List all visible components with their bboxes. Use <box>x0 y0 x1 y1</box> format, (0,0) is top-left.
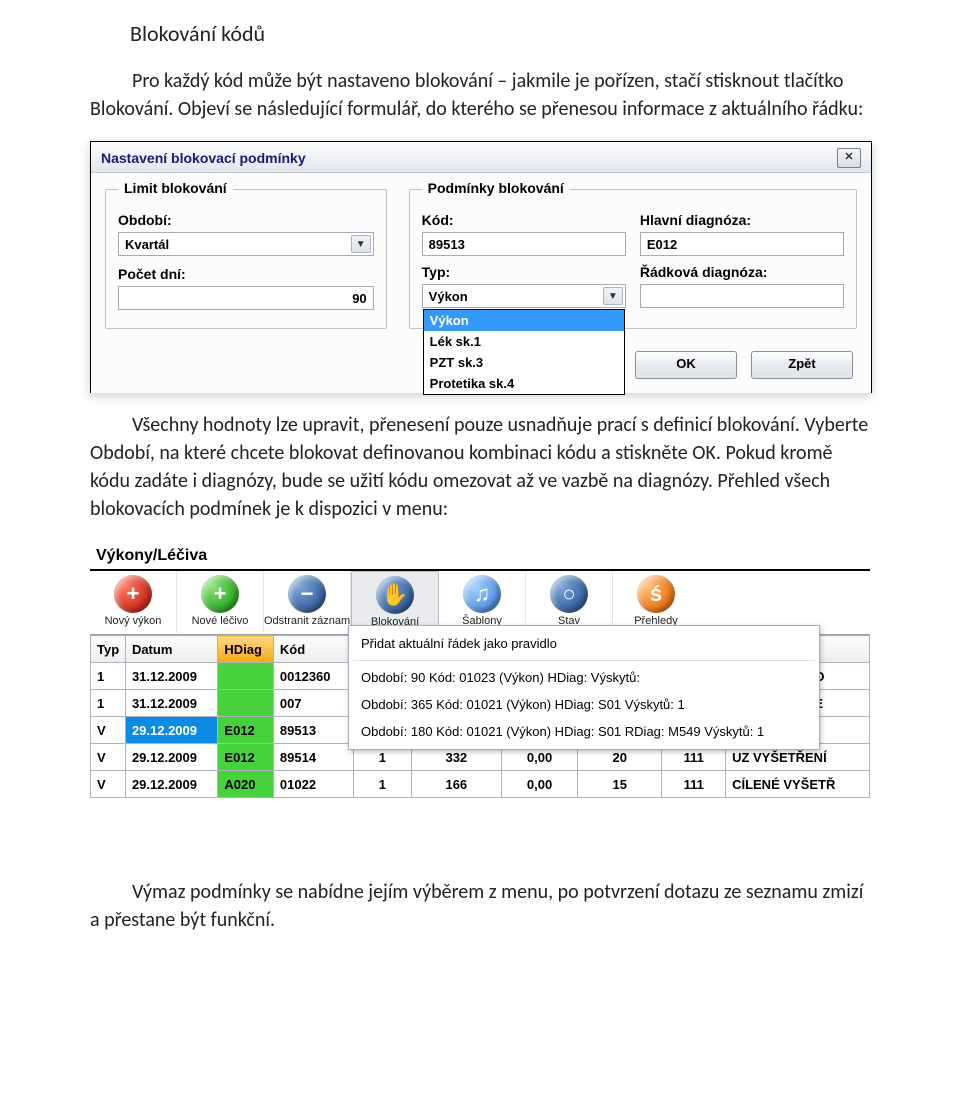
table-cell[interactable]: 1 <box>354 771 412 798</box>
table-cell[interactable]: 111 <box>662 771 726 798</box>
table-cell[interactable]: CÍLENÉ VYŠETŘ <box>726 771 870 798</box>
table-cell[interactable]: 0,00 <box>502 771 578 798</box>
toolbar: + Nový výkon + Nové léčivo − Odstranit z… <box>90 571 870 635</box>
plus-icon: + <box>114 575 152 613</box>
ok-button[interactable]: OK <box>635 351 737 379</box>
col-typ[interactable]: Typ <box>91 636 126 663</box>
table-cell[interactable] <box>218 690 273 717</box>
typ-value: Výkon <box>429 289 468 304</box>
kod-label: Kód: <box>422 212 626 228</box>
close-icon[interactable]: ✕ <box>837 148 861 168</box>
plus-icon: + <box>201 575 239 613</box>
col-datum[interactable]: Datum <box>125 636 217 663</box>
table-cell[interactable]: 1 <box>91 690 126 717</box>
col-hdiag[interactable]: HDiag <box>218 636 273 663</box>
typ-option[interactable]: Lék sk.1 <box>424 331 624 352</box>
new-vykon-button[interactable]: + Nový výkon <box>90 571 177 633</box>
chevron-down-icon[interactable]: ▼ <box>603 287 623 305</box>
obdobi-select[interactable]: Kvartál ▼ <box>118 232 374 256</box>
dialog-titlebar: Nastavení blokovací podmínky ✕ <box>91 142 871 173</box>
note-icon: ♫ <box>463 575 501 613</box>
typ-option[interactable]: PZT sk.3 <box>424 352 624 373</box>
table-cell[interactable]: 0012360 <box>273 663 353 690</box>
conditions-legend: Podmínky blokování <box>422 180 570 196</box>
back-button[interactable]: Zpět <box>751 351 853 379</box>
table-cell[interactable]: 89513 <box>273 717 353 744</box>
table-cell[interactable]: 15 <box>578 771 662 798</box>
intro-paragraph-1: Pro každý kód může být nastaveno bloková… <box>90 67 870 123</box>
table-cell[interactable]: 31.12.2009 <box>125 690 217 717</box>
menu-rule-item[interactable]: Období: 365 Kód: 01021 (Výkon) HDiag: S0… <box>349 691 819 718</box>
pocetdni-input[interactable]: 90 <box>118 286 374 310</box>
table-cell[interactable]: 007 <box>273 690 353 717</box>
pocetdni-value: 90 <box>352 291 366 306</box>
stav-button[interactable]: ○ Stav <box>526 571 613 633</box>
kod-input[interactable]: 89513 <box>422 232 626 256</box>
table-cell[interactable]: 29.12.2009 <box>125 744 217 771</box>
hlavnidiag-value: E012 <box>647 237 677 252</box>
new-lecivo-button[interactable]: + Nové léčivo <box>177 571 264 633</box>
table-cell[interactable]: A020 <box>218 771 273 798</box>
limit-fieldset: Limit blokování Období: Kvartál ▼ Počet … <box>105 189 387 329</box>
hlavnidiag-label: Hlavní diagnóza: <box>640 212 844 228</box>
typ-option[interactable]: Protetika sk.4 <box>424 373 624 394</box>
hand-icon: ✋ <box>376 576 414 614</box>
table-cell[interactable]: 01022 <box>273 771 353 798</box>
table-cell[interactable]: E012 <box>218 717 273 744</box>
new-vykon-label: Nový výkon <box>90 615 176 627</box>
minus-icon: − <box>288 575 326 613</box>
delete-row-label: Odstranit záznam <box>264 615 350 627</box>
settings-dialog: Nastavení blokovací podmínky ✕ Limit blo… <box>90 141 872 393</box>
table-cell[interactable]: E012 <box>218 744 273 771</box>
typ-label: Typ: <box>422 264 626 280</box>
grid-title: Výkony/Léčiva <box>90 541 870 569</box>
obdobi-label: Období: <box>118 212 374 228</box>
typ-select[interactable]: Výkon ▼ Výkon Lék sk.1 PZT sk.3 Protetik… <box>422 284 626 308</box>
menu-add-rule[interactable]: Přidat aktuální řádek jako pravidlo <box>349 630 819 657</box>
menu-rule-item[interactable]: Období: 180 Kód: 01021 (Výkon) HDiag: S0… <box>349 718 819 745</box>
radkovadiag-label: Řádková diagnóza: <box>640 264 844 280</box>
kod-value: 89513 <box>429 237 465 252</box>
table-cell[interactable]: 31.12.2009 <box>125 663 217 690</box>
typ-dropdown-list[interactable]: Výkon Lék sk.1 PZT sk.3 Protetika sk.4 <box>423 309 625 395</box>
blokovani-menu: Přidat aktuální řádek jako pravidlo Obdo… <box>348 625 820 750</box>
prehledy-button[interactable]: ś Přehledy <box>613 571 699 633</box>
sablony-button[interactable]: ♫ Šablony <box>439 571 526 633</box>
table-cell[interactable]: 1 <box>91 663 126 690</box>
table-row[interactable]: V29.12.2009A0200102211660,0015111CÍLENÉ … <box>91 771 870 798</box>
new-lecivo-label: Nové léčivo <box>177 615 263 627</box>
menu-rule-item[interactable]: Období: 90 Kód: 01023 (Výkon) HDiag: Výs… <box>349 664 819 691</box>
table-cell[interactable]: V <box>91 717 126 744</box>
grid-screenshot: Výkony/Léčiva + Nový výkon + Nové léčivo… <box>90 541 870 798</box>
table-cell[interactable] <box>218 663 273 690</box>
conditions-fieldset: Podmínky blokování Kód: 89513 Hlavní dia… <box>409 189 857 329</box>
dialog-title: Nastavení blokovací podmínky <box>101 150 306 166</box>
delete-row-button[interactable]: − Odstranit záznam <box>264 571 351 633</box>
obdobi-value: Kvartál <box>125 237 169 252</box>
intro-paragraph-3: Výmaz podmínky se nabídne jejím výběrem … <box>90 878 870 934</box>
table-cell[interactable]: V <box>91 771 126 798</box>
hlavnidiag-input[interactable]: E012 <box>640 232 844 256</box>
pocetdni-label: Počet dní: <box>118 266 374 282</box>
col-kod[interactable]: Kód <box>273 636 353 663</box>
radkovadiag-input[interactable] <box>640 284 844 308</box>
table-cell[interactable]: 29.12.2009 <box>125 717 217 744</box>
page-title: Blokování kódů <box>90 20 870 47</box>
status-icon: ○ <box>550 575 588 613</box>
reports-icon: ś <box>637 575 675 613</box>
limit-legend: Limit blokování <box>118 180 233 196</box>
typ-option[interactable]: Výkon <box>424 310 624 331</box>
chevron-down-icon[interactable]: ▼ <box>351 235 371 253</box>
table-cell[interactable]: 89514 <box>273 744 353 771</box>
table-cell[interactable]: 29.12.2009 <box>125 771 217 798</box>
table-cell[interactable]: V <box>91 744 126 771</box>
intro-paragraph-2: Všechny hodnoty lze upravit, přenesení p… <box>90 411 870 523</box>
table-cell[interactable]: 166 <box>411 771 501 798</box>
